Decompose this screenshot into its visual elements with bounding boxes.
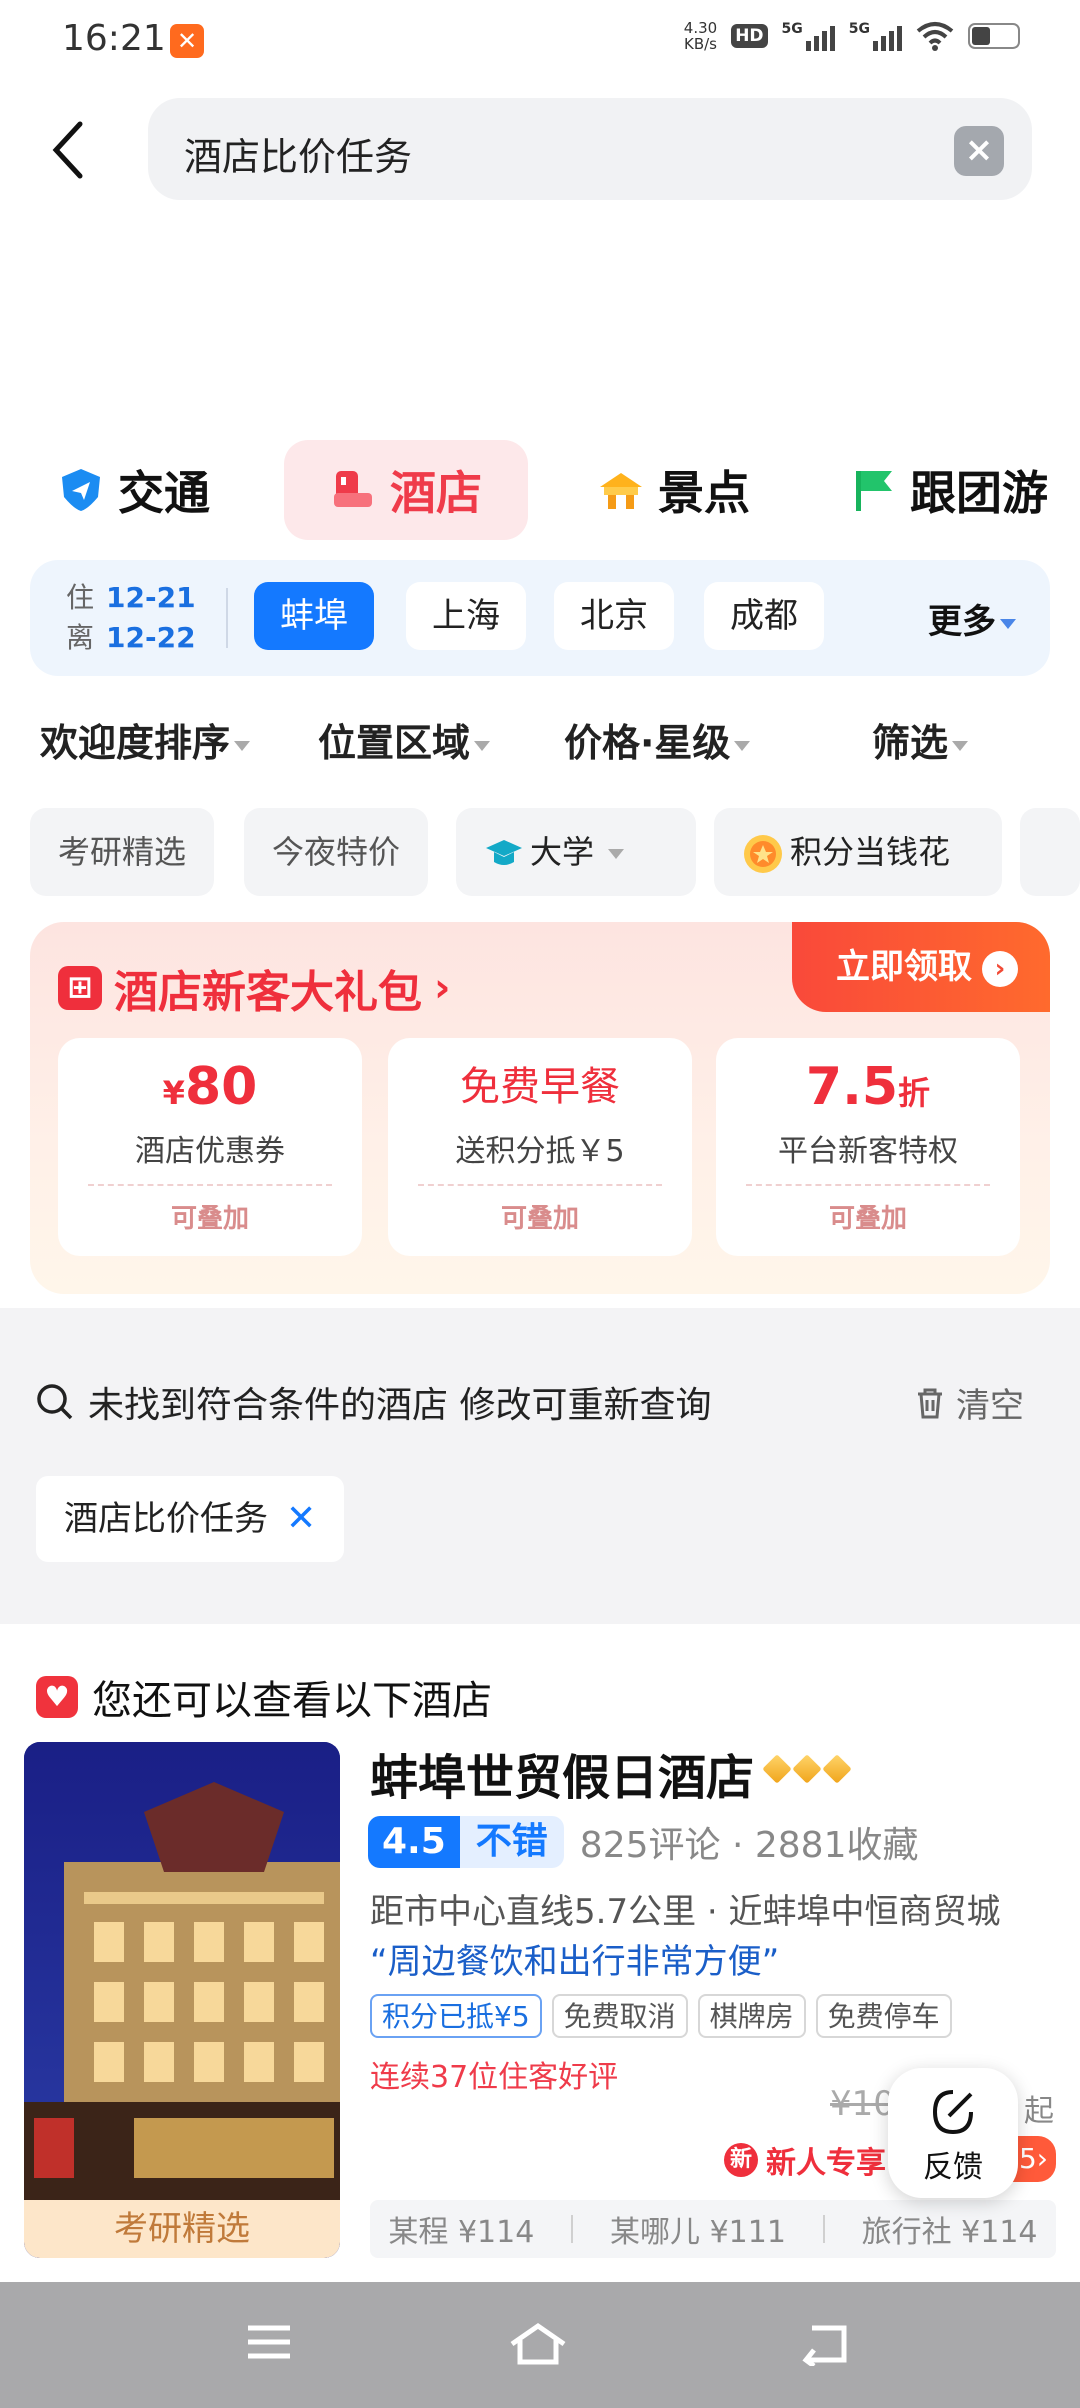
tab-label: 跟团游 <box>910 466 1048 520</box>
city-chip-chengdu[interactable]: 成都 <box>704 582 824 650</box>
hotel-tags: 积分已抵¥5 免费取消 棋牌房 免费停车 <box>370 1994 952 2038</box>
breakfast-card: 免费早餐 送积分抵￥5 可叠加 <box>388 1038 692 1256</box>
tab-attraction[interactable]: 景点 <box>598 440 750 540</box>
diamond-rating-icon <box>762 1754 852 1784</box>
menu-icon[interactable] <box>246 2322 292 2362</box>
app-notification-icon: ✕ <box>170 24 204 58</box>
signal-icon-2: 5G <box>849 21 902 51</box>
hotel-photo[interactable]: 考研精选 <box>24 1742 340 2258</box>
hotel-tag: 积分已抵¥5 <box>370 1994 542 2038</box>
tab-label: 交通 <box>118 466 210 520</box>
net-speed: 4.30 KB/s <box>683 19 718 53</box>
status-bar: 16:21 ✕ 4.30 KB/s HD 5G 5G <box>0 0 1080 84</box>
back-icon[interactable] <box>800 2322 850 2366</box>
graduation-cap-icon <box>486 840 522 865</box>
clear-all-button[interactable]: 清空 <box>914 1378 1024 1427</box>
status-time: 16:21 <box>62 18 166 59</box>
tab-label: 酒店 <box>390 466 482 520</box>
search-input[interactable]: 酒店比价任务 × <box>148 98 1032 200</box>
feedback-button[interactable]: 反馈 <box>888 2068 1018 2198</box>
sort-popularity[interactable]: 欢迎度排序 <box>40 712 251 767</box>
tab-group-tour[interactable]: 跟团游 <box>850 440 1048 540</box>
no-result-section: 未找到符合条件的酒店 修改可重新查询 清空 酒店比价任务 ✕ <box>0 1308 1080 1624</box>
dropdown-icon <box>608 849 625 859</box>
price-comparison: 某程 ¥114 某哪儿 ¥111 旅行社 ¥114 <box>370 2200 1056 2258</box>
original-price: ¥10 <box>830 2084 895 2124</box>
hotel-tag: 棋牌房 <box>697 1994 806 2038</box>
dropdown-icon <box>952 740 969 751</box>
recommend-heading: ♥ 您还可以查看以下酒店 <box>36 1668 492 1726</box>
heart-icon: ♥ <box>36 1676 78 1718</box>
more-cities-button[interactable]: 更多 <box>928 594 1016 643</box>
dropdown-icon <box>234 740 251 751</box>
claim-now-button[interactable]: 立即领取 › <box>792 922 1050 1012</box>
chip-tonight-deal[interactable]: 今夜特价 <box>244 808 429 896</box>
system-nav-bar <box>0 2282 1080 2408</box>
price-suffix: 起 <box>1024 2094 1054 2129</box>
chip-university[interactable]: 大学 <box>456 808 696 896</box>
dropdown-icon <box>734 740 751 751</box>
tab-label: 景点 <box>658 466 750 520</box>
hotel-tag: 免费停车 <box>815 1994 952 2038</box>
tab-transport[interactable]: 交通 <box>58 440 210 540</box>
flag-icon <box>856 471 892 511</box>
hotel-tag: 免费取消 <box>551 1994 688 2038</box>
edit-icon <box>932 2090 973 2135</box>
hotel-building-image <box>24 1742 340 2258</box>
dropdown-icon <box>1000 618 1016 629</box>
sort-price-star[interactable]: 价格·星级 <box>564 712 751 767</box>
newbie-exclusive-badge: 新 新人专享 <box>724 2138 886 2182</box>
chip-points[interactable]: 积分当钱花 <box>714 808 1002 896</box>
sort-filter[interactable]: 筛选 <box>872 712 969 767</box>
signal-icon: 5G <box>782 21 835 51</box>
search-query: 酒店比价任务 <box>184 135 413 179</box>
search-tag[interactable]: 酒店比价任务 ✕ <box>36 1476 345 1562</box>
home-icon[interactable] <box>508 2322 568 2366</box>
clear-search-icon[interactable]: × <box>954 126 1004 176</box>
chip-overflow <box>1020 808 1080 896</box>
dropdown-icon <box>474 740 491 751</box>
hotel-icon <box>334 471 372 507</box>
newbie-icon: 新 <box>724 2143 758 2177</box>
status-icons: 4.30 KB/s HD 5G 5G <box>684 20 1020 52</box>
hotel-distance: 距市中心直线5.7公里 · 近蚌埠中恒商贸城 <box>370 1892 1001 1932</box>
coupon-card: ¥80 酒店优惠券 可叠加 <box>58 1038 362 1256</box>
city-chip-beijing[interactable]: 北京 <box>554 582 674 650</box>
discount-card: 7.5折 平台新客特权 可叠加 <box>716 1038 1020 1256</box>
hotel-praise: 连续37位住客好评 <box>370 2060 619 2095</box>
tab-hotel[interactable]: 酒店 <box>284 440 528 540</box>
compare-price: 旅行社 ¥114 <box>861 2215 1038 2250</box>
compare-price: 某哪儿 ¥111 <box>610 2215 786 2250</box>
remove-tag-icon[interactable]: ✕ <box>286 1498 316 1539</box>
attraction-icon <box>600 473 642 509</box>
hotel-name[interactable]: 蚌埠世贸假日酒店 <box>370 1738 754 1808</box>
compare-price: 某程 ¥114 <box>388 2215 535 2250</box>
wifi-icon <box>916 22 954 51</box>
hd-icon: HD <box>731 24 768 48</box>
sort-location[interactable]: 位置区域 <box>318 712 491 767</box>
coin-icon <box>744 835 782 873</box>
city-chip-shanghai[interactable]: 上海 <box>406 582 526 650</box>
hotel-quote: “周边餐饮和出行非常方便” <box>370 1942 780 1982</box>
hotel-score: 4.5 不错 825评论 · 2881收藏 <box>368 1816 918 1868</box>
no-result-message: 未找到符合条件的酒店 修改可重新查询 <box>36 1376 711 1428</box>
divider <box>226 588 228 648</box>
battery-icon <box>968 23 1020 49</box>
arrow-right-icon: › <box>982 950 1018 987</box>
trash-icon <box>918 1388 942 1418</box>
gift-icon: ⊞ <box>58 966 102 1010</box>
gift-title[interactable]: ⊞ 酒店新客大礼包 › <box>58 956 450 1020</box>
search-icon <box>37 1384 73 1420</box>
date-city-filter: 住 12-21 离 12-22 蚌埠 上海 北京 成都 更多 <box>30 560 1050 676</box>
transport-icon <box>62 469 100 511</box>
date-picker[interactable]: 住 12-21 离 12-22 <box>66 578 196 658</box>
city-chip-bengbu[interactable]: 蚌埠 <box>254 582 374 650</box>
chip-kaoyan[interactable]: 考研精选 <box>30 808 215 896</box>
image-badge: 考研精选 <box>24 2200 340 2258</box>
back-arrow-icon[interactable] <box>48 118 88 182</box>
new-customer-gift-card[interactable]: ⊞ 酒店新客大礼包 › 立即领取 › ¥80 酒店优惠券 可叠加 免费早餐 送积分抵… <box>30 922 1050 1294</box>
